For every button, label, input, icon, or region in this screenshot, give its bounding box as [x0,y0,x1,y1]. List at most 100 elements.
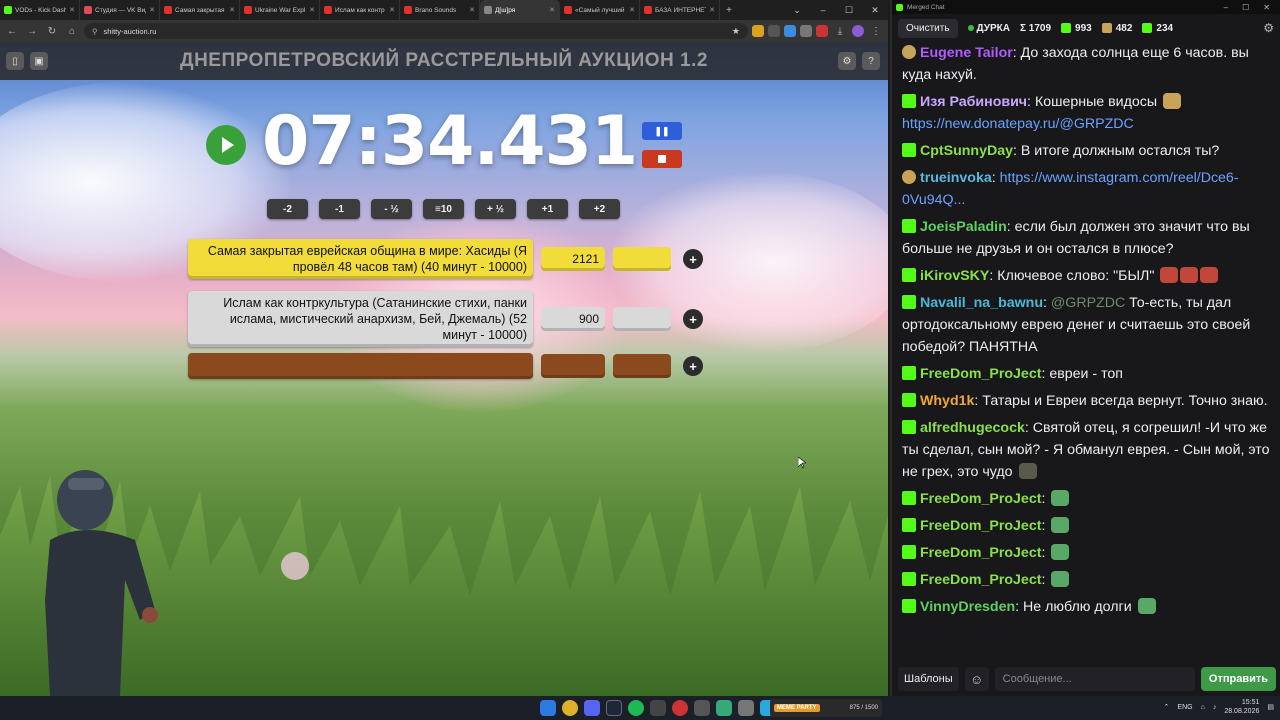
browser-tab[interactable]: Brano Sounds ✕ [400,0,480,20]
browser-tab[interactable]: Студия — VK Вид ✕ [80,0,160,20]
bookmark-star-icon[interactable]: ★ [732,26,740,37]
browser-tab[interactable]: Д[ш]ря ✕ [480,0,560,20]
templates-button[interactable]: Шаблоны [898,667,959,691]
network-icon[interactable]: ⌂ [1201,704,1205,711]
chat-username[interactable]: Whyd1k [920,393,974,409]
tray-chevron-icon[interactable]: ⌃ [1164,703,1170,711]
chat-username[interactable]: FreeDom_ProJect [920,366,1041,382]
lot-extra-input[interactable] [613,354,671,378]
lot-amount[interactable]: 2121 [541,247,605,271]
time-adjust-button[interactable]: +1 [527,199,568,219]
tab-close-icon[interactable]: ✕ [709,6,715,14]
tab-close-icon[interactable]: ✕ [469,6,475,14]
chat-username[interactable]: trueinvoka [920,170,992,186]
chat-username[interactable]: FreeDom_ProJect [920,518,1041,534]
game-widget[interactable]: MEME PARTY 875 / 1500 [770,699,882,717]
settings-gear-icon[interactable]: ⚙ [838,52,856,70]
tab-close-icon[interactable]: ✕ [629,6,635,14]
lot-name[interactable] [188,353,533,379]
tab-close-icon[interactable]: ✕ [309,6,315,14]
chat-username[interactable]: VinnyDresden [920,599,1015,615]
chrome-icon[interactable] [562,700,578,716]
add-to-lot-button[interactable]: + [683,356,703,376]
time-adjust-button[interactable]: -1 [319,199,360,219]
minimize-button[interactable]: – [810,0,836,20]
message-input[interactable] [994,667,1195,691]
pause-button[interactable]: ❚❚ [642,122,682,140]
chat-username[interactable]: iKirovSKY [920,268,989,284]
discord-icon[interactable] [584,700,600,716]
extension-icon[interactable] [768,25,780,37]
chat-username[interactable]: FreeDom_ProJect [920,572,1041,588]
menu-icon[interactable]: ⋮ [868,23,884,39]
tab-close-icon[interactable]: ✕ [149,6,155,14]
browser-tab[interactable]: Ukraine War Expl ✕ [240,0,320,20]
browser-tab[interactable]: Самая закрытая ✕ [160,0,240,20]
time-adjust-button[interactable]: ≡10 [423,199,464,219]
lot-extra-input[interactable] [613,247,671,271]
lot-name[interactable]: Самая закрытая еврейская община в мире: … [188,239,533,279]
add-to-lot-button[interactable]: + [683,309,703,329]
chat-close-button[interactable]: ✕ [1263,3,1270,12]
notifications-icon[interactable]: ▤ [1267,703,1274,711]
time-adjust-button[interactable]: - ½ [371,199,412,219]
clock[interactable]: 15:51 28.08.2026 [1224,698,1259,716]
browser-tab[interactable]: БАЗА ИНТЕРНЕТ ✕ [640,0,720,20]
back-button[interactable]: ← [4,23,20,39]
app-icon[interactable] [650,700,666,716]
forward-button[interactable]: → [24,23,40,39]
lot-name[interactable]: Ислам как контркультура (Сатанинские сти… [188,291,533,347]
send-button[interactable]: Отправить [1200,667,1276,691]
app-icon[interactable] [716,700,732,716]
chat-username[interactable]: CptSunnyDay [920,143,1013,159]
tab-close-icon[interactable]: ✕ [69,6,75,14]
chat-link[interactable]: https://new.donatepay.ru/@GRPZDC [902,116,1134,132]
home-button[interactable]: ⌂ [64,23,80,39]
time-adjust-button[interactable]: + ½ [475,199,516,219]
clear-chat-button[interactable]: Очистить [898,18,958,38]
profile-avatar[interactable] [852,25,864,37]
app-icon[interactable] [694,700,710,716]
chat-username[interactable]: FreeDom_ProJect [920,545,1041,561]
language-indicator[interactable]: ENG [1177,704,1192,711]
reload-button[interactable]: ↻ [44,23,60,39]
chat-username[interactable]: FreeDom_ProJect [920,491,1041,507]
extension-icon[interactable] [800,25,812,37]
chat-settings-gear-icon[interactable]: ⚙ [1263,21,1274,35]
new-tab-button[interactable]: + [720,0,738,20]
tab-close-icon[interactable]: ✕ [229,6,235,14]
browser-tab[interactable]: «Самый лучший ✕ [560,0,640,20]
steam-icon[interactable] [606,700,622,716]
site-info-icon[interactable]: ⚲ [92,27,98,36]
chat-maximize-button[interactable]: ☐ [1242,3,1249,12]
lot-amount[interactable]: 900 [541,307,605,331]
extension-icon[interactable] [752,25,764,37]
obs-icon[interactable] [672,700,688,716]
start-icon[interactable] [540,700,556,716]
time-adjust-button[interactable]: -2 [267,199,308,219]
extension-icon[interactable] [816,25,828,37]
play-button[interactable] [206,125,246,165]
emoji-picker-icon[interactable]: ☺ [964,667,989,691]
app-icon[interactable] [738,700,754,716]
time-adjust-button[interactable]: +2 [579,199,620,219]
chat-username[interactable]: alfredhugecock [920,420,1025,436]
spotify-icon[interactable] [628,700,644,716]
volume-icon[interactable]: ♪ [1213,704,1217,711]
chat-username[interactable]: JoeisPaladin [920,219,1007,235]
maximize-button[interactable]: ☐ [836,0,862,20]
extension-icon[interactable] [784,25,796,37]
add-to-lot-button[interactable]: + [683,249,703,269]
tab-search-icon[interactable]: ⌄ [784,0,810,20]
chat-username[interactable]: Изя Рабинович [920,94,1027,110]
browser-tab[interactable]: VODs - Kick Dash ✕ [0,0,80,20]
lot-amount[interactable] [541,354,605,378]
lot-extra-input[interactable] [613,307,671,331]
chat-username[interactable]: Eugene Tailor [920,45,1013,61]
close-window-button[interactable]: ✕ [862,0,888,20]
address-bar[interactable]: ⚲ shitty-auction.ru ★ [84,23,748,39]
stop-button[interactable] [642,150,682,168]
tab-close-icon[interactable]: ✕ [549,6,555,14]
chat-username[interactable]: Navalil_na_bawnu [920,295,1043,311]
download-icon[interactable]: ⤓ [832,23,848,39]
